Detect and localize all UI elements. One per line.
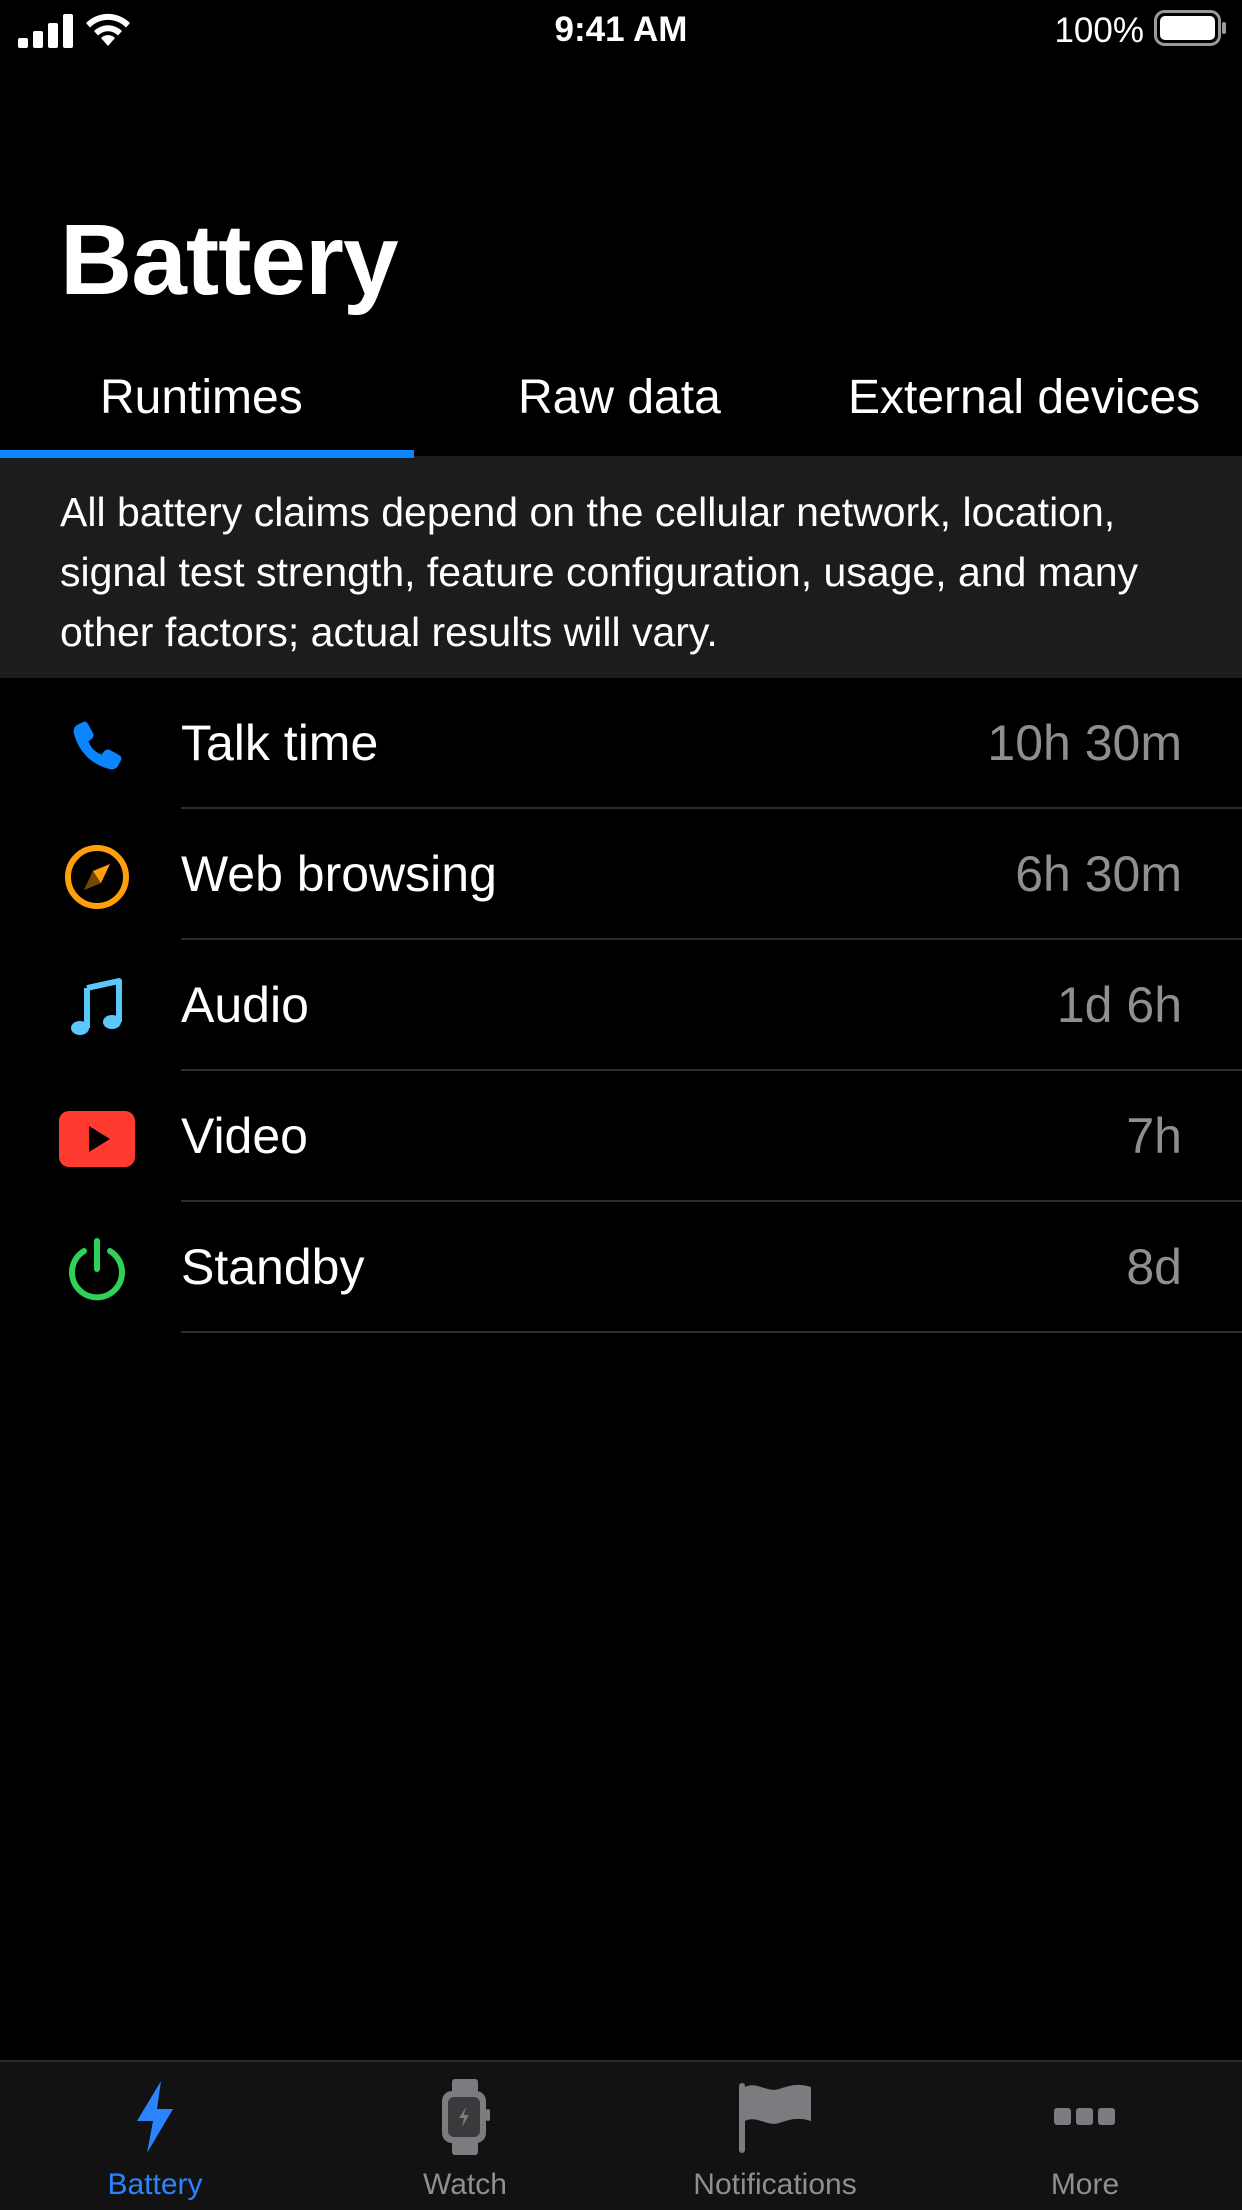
- tab-bar-item-more[interactable]: More: [930, 2076, 1240, 2202]
- runtime-value: 6h 30m: [1015, 846, 1182, 902]
- bolt-icon: [0, 2076, 310, 2158]
- tab-bar-label: Notifications: [693, 2168, 857, 2201]
- runtime-value: 10h 30m: [987, 715, 1182, 771]
- music-note-icon: [58, 974, 136, 1042]
- flag-icon: [620, 2076, 930, 2158]
- battery-icon: [1154, 10, 1228, 51]
- runtimes-list: Talk time 10h 30m Web browsing 6h 30m Au…: [0, 678, 1242, 1333]
- tab-bar-label: Battery: [107, 2168, 203, 2201]
- tab-runtimes[interactable]: Runtimes: [100, 370, 303, 425]
- list-item-video[interactable]: Video 7h: [0, 1071, 1242, 1202]
- list-item-talk-time[interactable]: Talk time 10h 30m: [0, 678, 1242, 809]
- list-item-audio[interactable]: Audio 1d 6h: [0, 940, 1242, 1071]
- runtime-label: Standby: [181, 1239, 365, 1295]
- play-video-icon: [58, 1105, 136, 1173]
- tab-bar-item-battery[interactable]: Battery: [0, 2076, 310, 2202]
- status-right: 100%: [1054, 10, 1228, 51]
- compass-icon: [58, 843, 136, 911]
- tab-bar-label: More: [1050, 2168, 1120, 2201]
- status-bar: 9:41 AM 100%: [0, 0, 1242, 62]
- runtime-label: Audio: [181, 977, 309, 1033]
- runtime-label: Video: [181, 1108, 308, 1164]
- phone-icon: [58, 712, 136, 780]
- tab-strip: Runtimes Raw data External devices: [0, 340, 1242, 458]
- watch-icon: [310, 2076, 620, 2158]
- more-dots-icon: [930, 2076, 1240, 2158]
- list-item-web-browsing[interactable]: Web browsing 6h 30m: [0, 809, 1242, 940]
- tab-bar-label: Watch: [423, 2168, 507, 2201]
- tab-bar-item-notifications[interactable]: Notifications: [620, 2076, 930, 2202]
- tab-raw-data[interactable]: Raw data: [518, 370, 721, 425]
- active-tab-indicator: [0, 450, 414, 458]
- disclaimer-text: All battery claims depend on the cellula…: [0, 458, 1242, 678]
- divider: [181, 1331, 1242, 1333]
- runtime-value: 1d 6h: [1056, 977, 1182, 1033]
- runtime-label: Talk time: [181, 715, 379, 771]
- list-item-standby[interactable]: Standby 8d: [0, 1202, 1242, 1333]
- tab-external-devices[interactable]: External devices: [848, 370, 1200, 425]
- runtime-label: Web browsing: [181, 846, 497, 902]
- power-icon: [58, 1236, 136, 1304]
- runtime-value: 8d: [1126, 1239, 1182, 1295]
- battery-percent: 100%: [1054, 10, 1144, 50]
- runtime-value: 7h: [1126, 1108, 1182, 1164]
- page-title: Battery: [60, 204, 399, 316]
- tab-bar: Battery Watch Notifications More: [0, 2060, 1242, 2210]
- tab-bar-item-watch[interactable]: Watch: [310, 2076, 620, 2202]
